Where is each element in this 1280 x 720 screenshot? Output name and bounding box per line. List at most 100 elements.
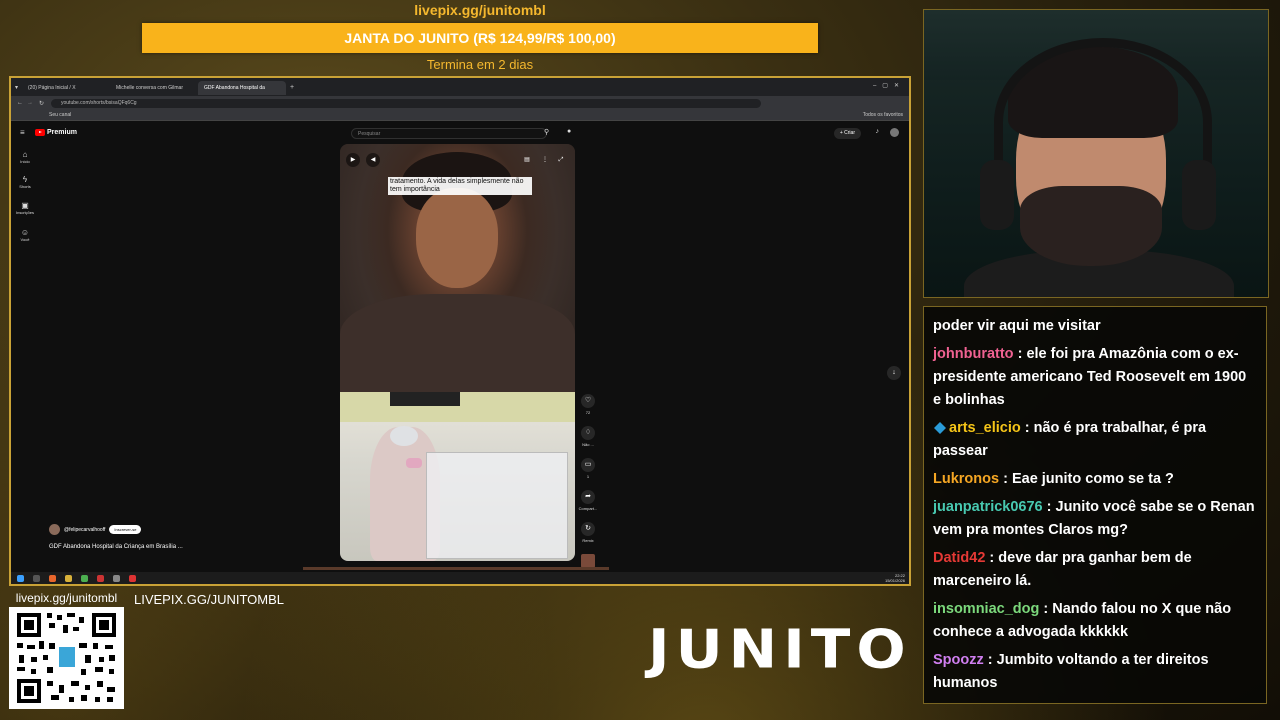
address-bar-row: ← → ↻ youtube.com/shorts/bsisaQFq6Cg xyxy=(11,96,909,110)
mic-icon[interactable]: ● xyxy=(567,128,571,135)
bookmark-channel[interactable]: Seu canal xyxy=(49,112,71,118)
browser-tab-2[interactable]: GDF Abandona Hospital da xyxy=(198,81,287,95)
chat-message: poder vir aqui me visitar xyxy=(933,315,1258,338)
taskbar-clock[interactable]: 22:22 15/01/2026 xyxy=(885,573,905,583)
youtube-logo[interactable]: Premium xyxy=(35,129,77,136)
create-button[interactable]: + Criar xyxy=(833,128,861,139)
tab-label: GDF Abandona Hospital da xyxy=(204,85,265,91)
app-icon[interactable] xyxy=(97,574,104,582)
share-icon: ➦ xyxy=(581,490,595,504)
dislike-label: Não ... xyxy=(582,442,594,447)
webcam-feed xyxy=(923,9,1269,298)
search-icon[interactable]: ⚲ xyxy=(544,128,549,136)
obs-icon[interactable] xyxy=(113,574,120,582)
subscriptions-icon: ▣ xyxy=(21,201,29,210)
video-frame-hospital xyxy=(340,392,575,561)
volume-icon[interactable]: ◀ xyxy=(366,153,380,167)
sidebar-item-you[interactable]: ☺ Você xyxy=(15,228,35,242)
qr-code-graphic xyxy=(9,607,124,709)
livepix-url: LIVEPIX.GG/JUNITOMBL xyxy=(134,592,285,607)
forward-icon[interactable]: → xyxy=(27,100,33,106)
youtube-header: ≡ Premium Pesquisar ⚲ ● + Criar ♪ xyxy=(11,122,909,144)
chat-username[interactable]: Lukronos xyxy=(933,471,999,487)
search-taskbar-icon[interactable] xyxy=(33,574,40,582)
tab-label: Michelle conversa com Gilmar xyxy=(116,85,183,91)
video-progress[interactable] xyxy=(303,567,609,570)
video-monitor xyxy=(390,392,460,406)
chat-separator: : xyxy=(985,550,999,566)
create-label: Criar xyxy=(844,130,855,136)
chat-message: Spoozz : Jumbito voltando a ter direitos… xyxy=(933,649,1258,695)
home-icon: ⌂ xyxy=(22,150,28,159)
chat-username[interactable]: Spoozz xyxy=(933,652,984,668)
comments-count: 1 xyxy=(586,474,590,479)
avatar[interactable] xyxy=(890,128,899,137)
more-icon[interactable]: ⋮ xyxy=(538,153,552,167)
search-input[interactable]: Pesquisar xyxy=(351,128,547,139)
chat-username[interactable]: arts_elicio xyxy=(949,420,1021,436)
chat-separator: : xyxy=(1020,420,1034,436)
chat-username[interactable]: Datid42 xyxy=(933,550,985,566)
headphone-left xyxy=(980,160,1014,230)
chrome-icon[interactable] xyxy=(81,574,88,582)
chat-message: johnburatto : ele foi pra Amazônia com o… xyxy=(933,343,1258,412)
comments-button[interactable]: ▭ 1 xyxy=(577,458,599,479)
sidebar-item-label: Início xyxy=(20,159,30,164)
goal-title: livepix.gg/junitombl xyxy=(414,2,546,18)
audio-thumbnail[interactable] xyxy=(577,554,599,568)
chat-message: Datid42 : deve dar pra ganhar bem de mar… xyxy=(933,547,1258,593)
shared-screen: ▾ (20) Página Inicial / X Michelle conve… xyxy=(9,76,911,586)
url-input[interactable]: youtube.com/shorts/bsisaQFq6Cg xyxy=(51,98,761,108)
new-tab-icon[interactable]: + xyxy=(290,84,294,91)
like-count: 72 xyxy=(585,410,591,415)
qr-label: livepix.gg/junitombl xyxy=(15,591,118,605)
subscribe-button[interactable]: Inscrever-se xyxy=(109,525,142,534)
channel-name[interactable]: @felipecarvalhooff xyxy=(64,527,105,533)
sidebar-item-shorts[interactable]: ϟ Shorts xyxy=(15,175,35,189)
video-title[interactable]: GDF Abandona Hospital da Criança em Bras… xyxy=(49,544,183,550)
captions-icon[interactable]: ▤ xyxy=(520,153,534,167)
dislike-button[interactable]: ♢ Não ... xyxy=(577,426,599,447)
video-face xyxy=(416,188,498,288)
dislike-icon: ♢ xyxy=(581,426,595,440)
remix-button[interactable]: ↻ Remix xyxy=(577,522,599,543)
remix-label: Remix xyxy=(582,538,594,543)
notifications-icon[interactable]: ♪ xyxy=(876,128,880,135)
chat-separator: : xyxy=(983,652,997,668)
channel-avatar[interactable] xyxy=(49,524,60,535)
subscriber-badge-icon xyxy=(933,421,947,435)
clock-date: 15/01/2026 xyxy=(884,578,905,583)
fullscreen-icon[interactable]: ⤢ xyxy=(554,153,568,167)
share-button[interactable]: ➦ Compart... xyxy=(577,490,599,511)
browser-tab-1[interactable]: Michelle conversa com Gilmar xyxy=(110,81,198,95)
browser-tab-0[interactable]: (20) Página Inicial / X xyxy=(22,81,110,95)
channel-logo: JUNITO xyxy=(648,618,912,681)
goal-progress-bar: JANTA DO JUNITO (R$ 124,99/R$ 100,00) xyxy=(142,23,818,53)
next-short-icon[interactable]: ↓ xyxy=(887,366,901,380)
start-icon[interactable] xyxy=(17,574,24,582)
chat-message: juanpatrick0676 : Junito você sabe se o … xyxy=(933,496,1258,542)
chat-message: arts_elicio : não é pra trabalhar, é pra… xyxy=(933,417,1258,463)
you-icon: ☺ xyxy=(20,228,30,237)
chat-username[interactable]: juanpatrick0676 xyxy=(933,499,1043,515)
reload-icon[interactable]: ↻ xyxy=(39,100,44,107)
chat-username[interactable]: insomniac_dog xyxy=(933,601,1039,617)
play-icon[interactable]: ▶ xyxy=(346,153,360,167)
short-actions: ♡ 72 ♢ Não ... ▭ 1 ➦ Compart... ↻ Remix xyxy=(577,394,599,579)
like-button[interactable]: ♡ 72 xyxy=(577,394,599,415)
tab-menu-icon[interactable]: ▾ xyxy=(15,84,18,91)
short-video-player[interactable]: tratamento. A vida delas simplesmente nã… xyxy=(340,144,575,561)
chat-username[interactable]: johnburatto xyxy=(933,346,1014,362)
menu-icon[interactable]: ≡ xyxy=(20,128,25,137)
bookmarks-all[interactable]: Todos os favoritos xyxy=(863,110,903,120)
chat-separator: : xyxy=(999,471,1012,487)
window-controls[interactable]: –▢✕ xyxy=(873,82,905,89)
record-icon[interactable] xyxy=(129,574,136,582)
folder-icon[interactable] xyxy=(65,574,72,582)
channel-row: @felipecarvalhooff Inscrever-se xyxy=(49,524,142,535)
firefox-icon[interactable] xyxy=(49,574,56,582)
sidebar-item-subscriptions[interactable]: ▣ Inscrições xyxy=(15,201,35,215)
video-mask xyxy=(406,458,422,468)
sidebar-item-home[interactable]: ⌂ Início xyxy=(15,150,35,164)
back-icon[interactable]: ← xyxy=(17,100,23,106)
